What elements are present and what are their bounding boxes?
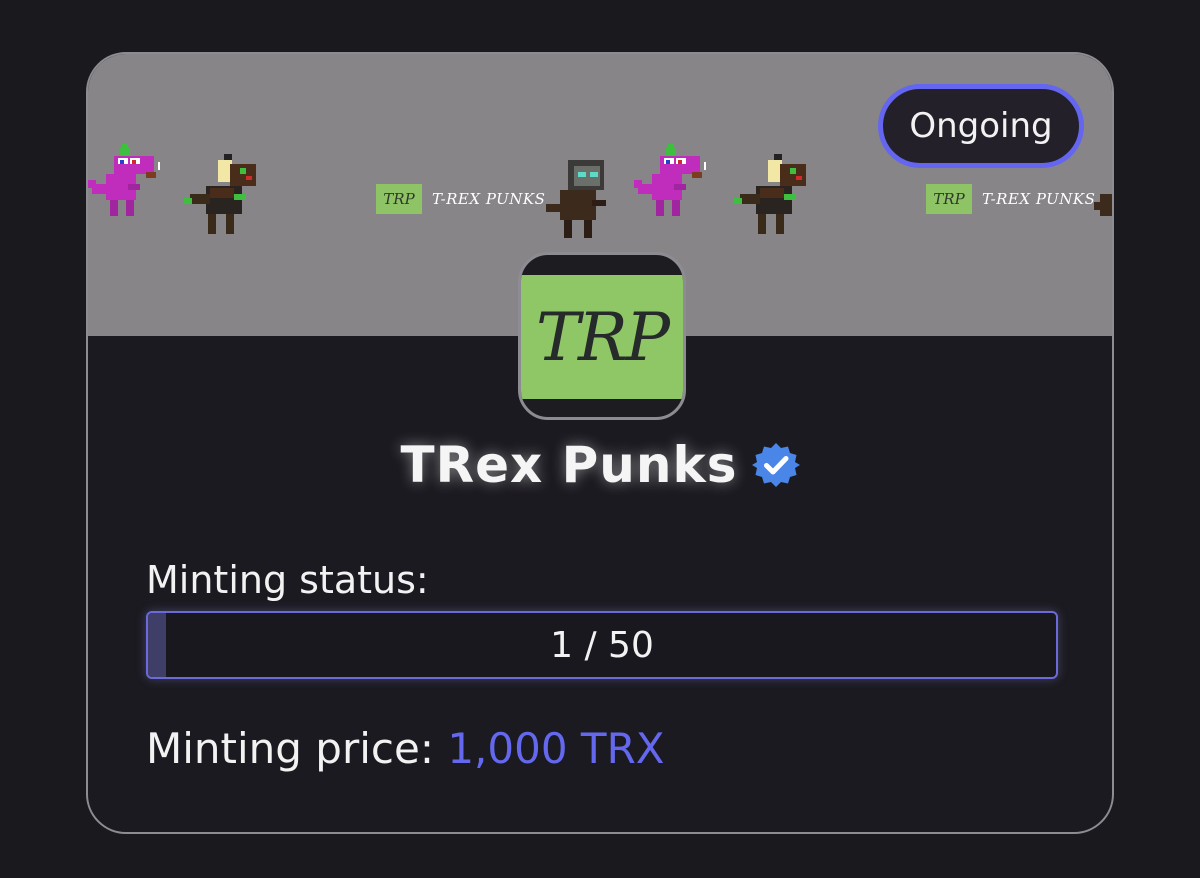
dino-dark-right-image bbox=[734, 154, 806, 234]
dino-hooded-image bbox=[546, 160, 606, 238]
minting-price-value: 1,000 TRX bbox=[447, 724, 665, 773]
minting-progress-bar: 1 / 50 bbox=[146, 611, 1058, 679]
banner-brand-text: T-REX PUNKS bbox=[432, 190, 546, 208]
banner-brand-tag: TRP T-REX PUNKS bbox=[376, 184, 545, 214]
verified-check-icon bbox=[751, 443, 800, 487]
banner-brand-tag-right: TRP T-REX PUNKS bbox=[926, 184, 1095, 214]
collection-title-row: TRex Punks bbox=[88, 436, 1112, 494]
banner-brand-logo-right: TRP bbox=[926, 184, 972, 214]
dino-magenta-right-image bbox=[634, 144, 706, 216]
banner-brand-text-right: T-REX PUNKS bbox=[982, 190, 1096, 208]
minting-price-label: Minting price: bbox=[146, 724, 448, 773]
dino-magenta-left-image bbox=[88, 144, 160, 216]
minting-progress-text: 1 / 50 bbox=[550, 624, 654, 666]
dino-partial-image bbox=[1094, 194, 1112, 216]
banner-brand-logo: TRP bbox=[376, 184, 422, 214]
dino-dark-left-image bbox=[184, 154, 256, 234]
status-badge: Ongoing bbox=[878, 84, 1084, 168]
collection-logo-text: TRP bbox=[521, 275, 683, 399]
collection-card[interactable]: TRP T-REX PUNKS TRP T-REX PUNKS Ongoing … bbox=[86, 52, 1114, 834]
minting-status-label: Minting status: bbox=[146, 558, 429, 602]
collection-logo[interactable]: TRP bbox=[518, 252, 686, 420]
minting-price-row: Minting price: 1,000 TRX bbox=[146, 724, 665, 773]
collection-title[interactable]: TRex Punks bbox=[400, 436, 737, 494]
